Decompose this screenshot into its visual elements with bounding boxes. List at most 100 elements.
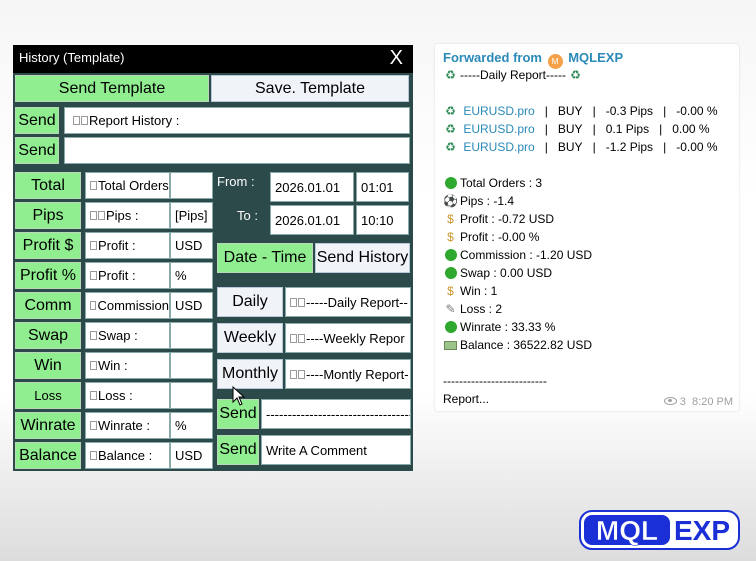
winrate-text: Winrate : bbox=[98, 418, 151, 433]
send-empty-button[interactable]: Send bbox=[15, 137, 59, 164]
to-date-field[interactable]: 2026.01.01 bbox=[270, 205, 354, 235]
separator: | bbox=[592, 104, 596, 118]
mqlexp-logo: MQL EXP bbox=[579, 510, 740, 550]
swap-field[interactable]: Swap : bbox=[85, 322, 170, 349]
monthly-button[interactable]: Monthly bbox=[217, 359, 283, 389]
dashes-field[interactable]: ----------------------------------- bbox=[261, 399, 411, 429]
message-meta: 3 8:20 PM bbox=[663, 396, 733, 408]
unit-field-swap[interactable] bbox=[170, 322, 213, 349]
unit-field-profit-usd[interactable]: USD bbox=[170, 232, 213, 259]
unit-field-win[interactable] bbox=[170, 352, 213, 379]
green-circle-icon bbox=[443, 266, 458, 280]
loss-button[interactable]: Loss bbox=[15, 382, 81, 409]
stat-text: Pips : -1.4 bbox=[460, 194, 515, 208]
daily-button[interactable]: Daily bbox=[217, 287, 283, 317]
report-title-line: ♻ -----Daily Report----- ♻ bbox=[443, 68, 585, 82]
profit-usd-button[interactable]: Profit $ bbox=[15, 232, 81, 259]
unit-field-balance[interactable]: USD bbox=[170, 442, 213, 469]
glyph-box-icon bbox=[90, 271, 97, 280]
separator: | bbox=[592, 140, 596, 154]
unit-field-winrate[interactable]: % bbox=[170, 412, 213, 439]
send-template-button[interactable]: Send Template bbox=[15, 75, 209, 102]
from-time-field[interactable]: 01:01 bbox=[356, 172, 409, 202]
unit-field-loss[interactable] bbox=[170, 382, 213, 409]
loss-field[interactable]: Loss : bbox=[85, 382, 170, 409]
to-time-field[interactable]: 10:10 bbox=[356, 205, 409, 235]
monthly-report-text: ----Montly Report- bbox=[306, 366, 409, 382]
report-history-text: Report History : bbox=[89, 113, 180, 128]
empty-message-field[interactable] bbox=[64, 137, 410, 164]
glyph-box-icon bbox=[290, 297, 297, 307]
total-orders-field[interactable]: Total Orders bbox=[85, 172, 170, 199]
recycle-icon: ♻ bbox=[445, 122, 456, 136]
separator: | bbox=[663, 104, 667, 118]
unit-field-commission[interactable]: USD bbox=[170, 292, 213, 319]
winrate-field[interactable]: Winrate : bbox=[85, 412, 170, 439]
money-bag-icon: $ bbox=[447, 212, 454, 226]
weekly-button[interactable]: Weekly bbox=[217, 323, 283, 353]
pips-field[interactable]: Pips : bbox=[85, 202, 170, 229]
from-date-field[interactable]: 2026.01.01 bbox=[270, 172, 354, 202]
soccer-ball-icon: ⚽ bbox=[443, 194, 458, 208]
unit-field-total[interactable] bbox=[170, 172, 213, 199]
report-title: -----Daily Report----- bbox=[460, 68, 566, 82]
separator: | bbox=[663, 140, 667, 154]
total-orders-text: Total Orders bbox=[98, 178, 169, 193]
from-label: From : bbox=[217, 174, 255, 189]
trade-symbol-link[interactable]: EURUSD.pro bbox=[463, 140, 534, 154]
balance-button[interactable]: Balance bbox=[15, 442, 81, 469]
send-comment-button[interactable]: Send bbox=[217, 435, 259, 465]
trade-row: ♻ EURUSD.pro | BUY | 0.1 Pips | 0.00 % bbox=[443, 122, 709, 136]
weekly-report-field[interactable]: ----Weekly Repor bbox=[285, 323, 411, 353]
separator: | bbox=[544, 140, 548, 154]
send-history-button[interactable]: Send History bbox=[315, 243, 410, 273]
pips-button[interactable]: Pips bbox=[15, 202, 81, 229]
trade-symbol-link[interactable]: EURUSD.pro bbox=[463, 104, 534, 118]
balance-text: Balance : bbox=[98, 448, 153, 463]
trade-pips: -1.2 Pips bbox=[605, 140, 654, 154]
commission-field[interactable]: Commission bbox=[85, 292, 170, 319]
comm-button[interactable]: Comm bbox=[15, 292, 81, 319]
green-circle-icon bbox=[443, 320, 458, 334]
swap-button[interactable]: Swap bbox=[15, 322, 81, 349]
pips-text: Pips : bbox=[106, 208, 139, 223]
total-button[interactable]: Total bbox=[15, 172, 81, 199]
recycle-icon: ♻ bbox=[445, 140, 456, 154]
report-history-field[interactable]: Report History : bbox=[64, 107, 410, 134]
logo-text-mql: MQL bbox=[596, 515, 658, 546]
comment-field[interactable]: Write A Comment bbox=[261, 435, 411, 465]
channel-name-link[interactable]: MQLEXP bbox=[568, 50, 623, 65]
trade-side: BUY bbox=[557, 104, 583, 118]
commission-text: Commission bbox=[97, 298, 169, 313]
trade-pips: 0.1 Pips bbox=[605, 122, 650, 136]
save-template-button[interactable]: Save. Template bbox=[211, 75, 409, 102]
profit-usd-field[interactable]: Profit : bbox=[85, 232, 170, 259]
stat-line: Total Orders : 3 bbox=[443, 176, 542, 190]
send-report-button[interactable]: Send bbox=[15, 107, 59, 134]
daily-report-field[interactable]: -----Daily Report-- bbox=[285, 287, 411, 317]
win-field[interactable]: Win : bbox=[85, 352, 170, 379]
unit-field-pips[interactable]: [Pips] bbox=[170, 202, 213, 229]
date-time-button[interactable]: Date - Time bbox=[217, 243, 313, 273]
dollar-banknote-icon bbox=[443, 338, 458, 352]
winrate-button[interactable]: Winrate bbox=[15, 412, 81, 439]
unit-field-profit-percent[interactable]: % bbox=[170, 262, 213, 289]
footer-dashes: -------------------------- bbox=[443, 374, 547, 388]
stat-line: Winrate : 33.33 % bbox=[443, 320, 555, 334]
profit-percent-field[interactable]: Profit : bbox=[85, 262, 170, 289]
glyph-box-icon bbox=[298, 369, 305, 379]
close-icon[interactable]: X bbox=[390, 47, 403, 70]
recycle-icon: ♻ bbox=[570, 68, 581, 82]
glyph-box-icon bbox=[90, 331, 97, 340]
glyph-box-icon bbox=[73, 116, 80, 125]
monthly-report-field[interactable]: ----Montly Report- bbox=[285, 359, 411, 389]
balance-field[interactable]: Balance : bbox=[85, 442, 170, 469]
glyph-box-icon bbox=[90, 181, 97, 190]
win-button[interactable]: Win bbox=[15, 352, 81, 379]
stat-line: Commission : -1.20 USD bbox=[443, 248, 592, 262]
profit-percent-button[interactable]: Profit % bbox=[15, 262, 81, 289]
trade-side: BUY bbox=[557, 122, 583, 136]
glyph-box-icon bbox=[298, 297, 305, 307]
stat-line: Balance : 36522.82 USD bbox=[443, 338, 592, 352]
trade-symbol-link[interactable]: EURUSD.pro bbox=[463, 122, 534, 136]
